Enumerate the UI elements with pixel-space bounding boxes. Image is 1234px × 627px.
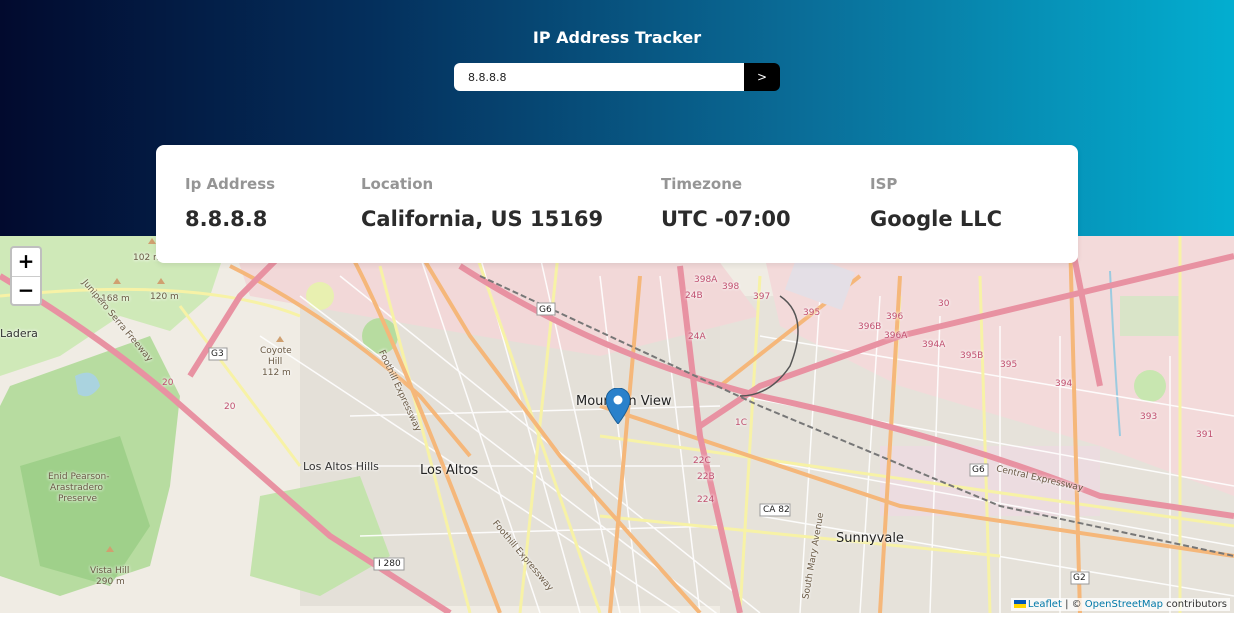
road-label-396: 396 — [886, 312, 904, 322]
map-label-los-altos: Los Altos — [420, 463, 479, 478]
info-label: ISP — [870, 175, 898, 193]
attribution-contributors: contributors — [1163, 599, 1227, 610]
map-label-arastradero: Arastradero — [50, 483, 104, 493]
road-label-g2: G2 — [1073, 573, 1086, 583]
map-label-vista-hill-elev: 290 m — [96, 577, 125, 587]
road-label-224: 224 — [697, 495, 715, 505]
info-value: Google LLC — [870, 207, 1003, 231]
search-submit-button[interactable]: > — [744, 63, 780, 91]
map-label-coyote-elev: 112 m — [262, 368, 291, 378]
zoom-in-button[interactable]: + — [12, 248, 40, 276]
location-marker[interactable] — [605, 387, 631, 428]
road-label-i280: I 280 — [378, 559, 401, 569]
map-attribution: Leaflet | © OpenStreetMap contributors — [1010, 598, 1230, 611]
road-label-396a: 396A — [884, 331, 908, 341]
road-label-22c: 22C — [693, 456, 711, 466]
road-label-397: 397 — [753, 292, 771, 302]
search-bar: > — [454, 63, 780, 91]
map-label-coyote: Coyote — [260, 346, 292, 356]
map-label-peak-120: 120 m — [150, 292, 179, 302]
info-label: Timezone — [661, 175, 743, 193]
road-label-22b: 22B — [697, 472, 715, 482]
road-label-1c: 1C — [735, 418, 748, 428]
map-label-ladera: Ladera — [0, 327, 38, 340]
openstreetmap-link[interactable]: OpenStreetMap — [1085, 599, 1163, 610]
ip-search-input[interactable] — [454, 63, 744, 91]
info-value: UTC -07:00 — [661, 207, 791, 231]
road-label-391: 391 — [1196, 430, 1214, 440]
info-value: 8.8.8.8 — [185, 207, 268, 231]
ukraine-flag-icon — [1013, 600, 1026, 608]
road-label-396b: 396B — [858, 322, 882, 332]
road-label-g6: G6 — [539, 305, 552, 315]
leaflet-link[interactable]: Leaflet — [1028, 599, 1062, 610]
road-label-g3: G3 — [211, 349, 224, 359]
road-label-20: 20 — [224, 402, 236, 412]
zoom-control: + − — [10, 246, 42, 306]
attribution-separator: | © — [1061, 599, 1085, 610]
map-label-vista-hill: Vista Hill — [90, 566, 130, 576]
map-label-hill: Hill — [268, 357, 283, 367]
road-label-398a: 398A — [694, 275, 718, 285]
road-label-395b: 395B — [960, 351, 984, 361]
info-value: California, US 15169 — [361, 207, 604, 231]
road-label-g6: G6 — [972, 465, 985, 475]
map-label-sunnyvale: Sunnyvale — [836, 531, 904, 546]
road-label-30: 30 — [938, 299, 950, 309]
info-isp: ISP Google LLC — [870, 175, 1002, 231]
ip-info-card: Ip Address 8.8.8.8 Location California, … — [156, 145, 1078, 263]
map-label-preserve: Preserve — [58, 494, 98, 504]
road-label-398: 398 — [722, 282, 740, 292]
info-label: Ip Address — [185, 175, 276, 193]
road-label-394: 394 — [1055, 379, 1073, 389]
road-label-395: 395 — [803, 308, 821, 318]
info-location: Location California, US 15169 — [361, 175, 603, 231]
road-label-24a: 24A — [688, 332, 706, 342]
road-label-393: 393 — [1140, 412, 1158, 422]
road-label-395: 395 — [1000, 360, 1018, 370]
info-label: Location — [361, 175, 434, 193]
road-label-20: 20 — [162, 378, 174, 388]
road-label-24b: 24B — [685, 291, 703, 301]
map-label-enid: Enid Pearson- — [48, 472, 110, 482]
map-label-los-altos-hills: Los Altos Hills — [303, 460, 379, 473]
info-ip-address: Ip Address 8.8.8.8 — [185, 175, 275, 231]
zoom-out-button[interactable]: − — [12, 276, 40, 304]
road-label-ca82: CA 82 — [763, 505, 790, 515]
map-pin-icon — [605, 387, 631, 425]
road-label-394a: 394A — [922, 340, 946, 350]
info-timezone: Timezone UTC -07:00 — [661, 175, 791, 231]
page-title: IP Address Tracker — [532, 28, 702, 47]
